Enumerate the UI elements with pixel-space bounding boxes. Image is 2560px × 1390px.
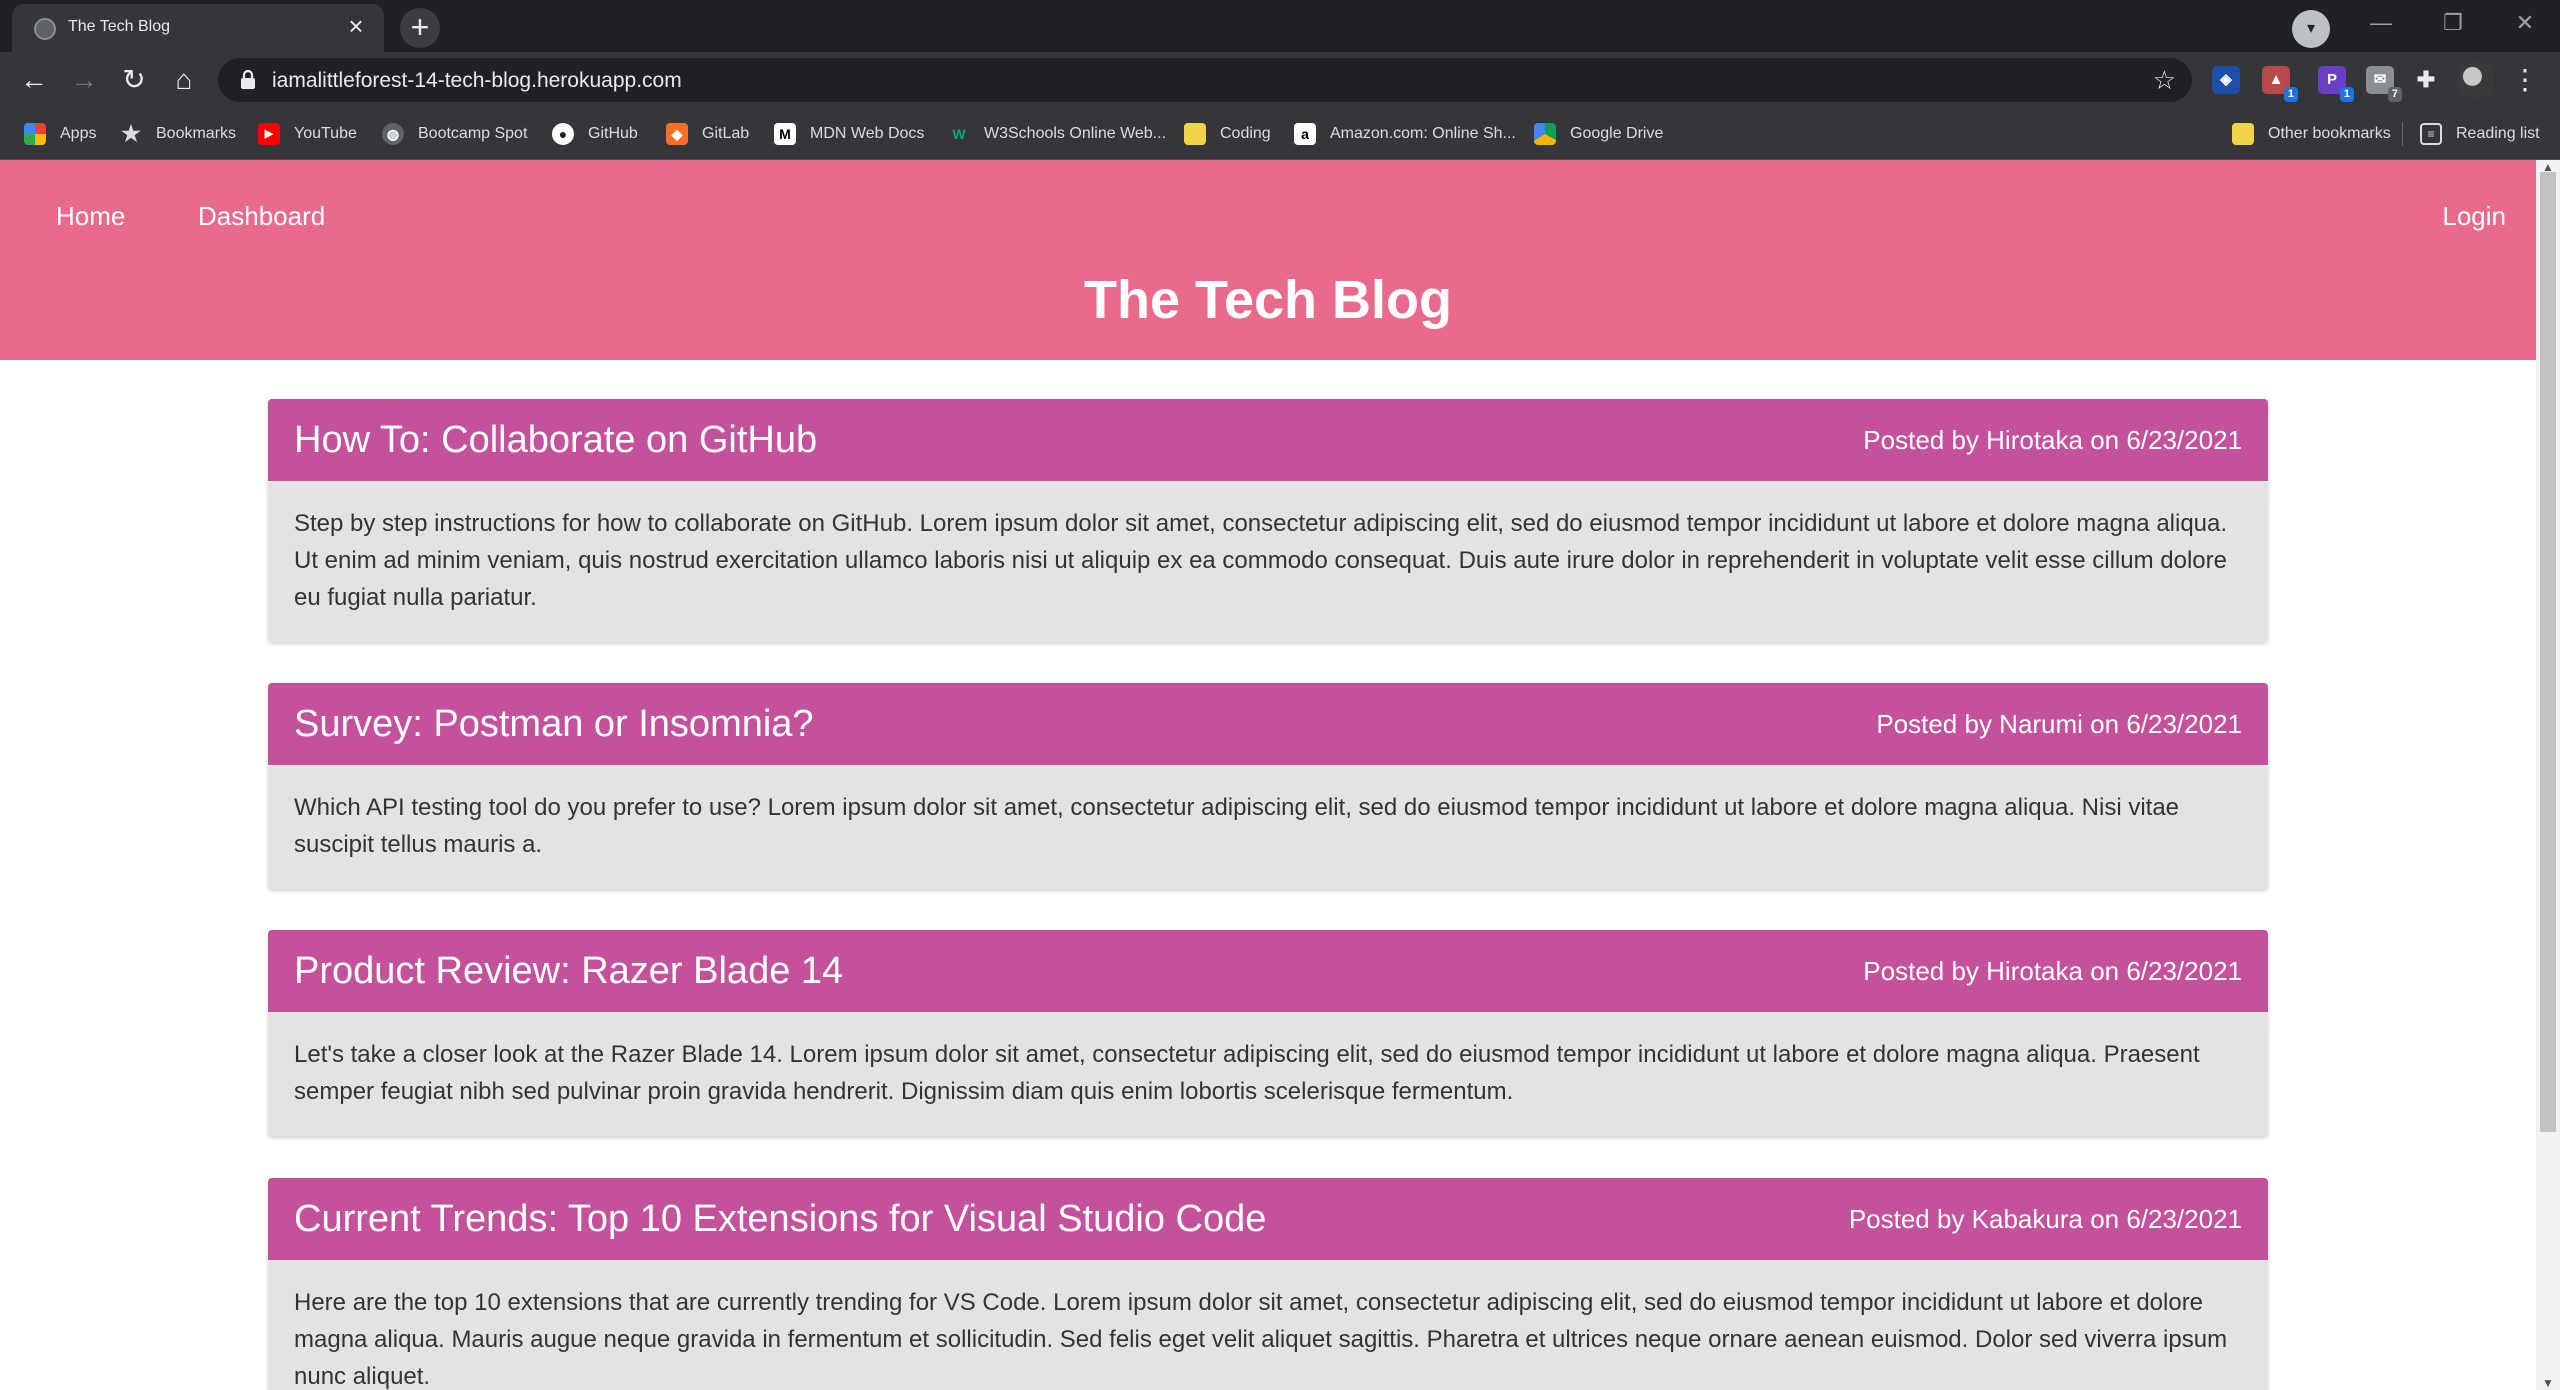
post-card[interactable]: How To: Collaborate on GitHub Posted by … <box>268 399 2268 642</box>
gitlab-icon: ◆ <box>666 123 688 145</box>
post-meta: Posted by Hirotaka on 6/23/2021 <box>1863 956 2242 986</box>
post-meta: Posted by Kabakura on 6/23/2021 <box>1848 1204 2242 1234</box>
browser-toolbar: ← → ↻ ⌂ iamalittleforest-14-tech-blog.he… <box>0 52 2560 108</box>
forward-icon[interactable]: → <box>64 60 104 100</box>
reading-list[interactable]: ≡ Reading list <box>2420 120 2540 148</box>
scroll-down-icon[interactable]: ▼ <box>2536 1376 2560 1390</box>
post-meta: Posted by Hirotaka on 6/23/2021 <box>1863 425 2242 455</box>
bookmark-label: W3Schools Online Web... <box>984 125 1167 142</box>
amazon-icon: a <box>1294 123 1316 145</box>
post-header: Product Review: Razer Blade 14 Posted by… <box>268 930 2268 1012</box>
globe-icon: ◍ <box>382 123 404 145</box>
post-header: Current Trends: Top 10 Extensions for Vi… <box>268 1178 2268 1260</box>
globe-icon <box>34 18 56 40</box>
puzzle-extensions-icon[interactable]: ✚ <box>2412 66 2440 94</box>
page-scrollbar[interactable]: ▲ ▼ <box>2536 160 2560 1390</box>
youtube-icon: ▶ <box>258 123 280 145</box>
bookmark-label: Google Drive <box>1570 125 1664 142</box>
url-text: iamalittleforest-14-tech-blog.herokuapp.… <box>272 69 682 92</box>
bookmark-label: YouTube <box>294 125 357 142</box>
post-body: Here are the top 10 extensions that are … <box>294 1289 2228 1390</box>
bookmark-label: Amazon.com: Online Sh... <box>1330 125 1516 142</box>
post-card[interactable]: Product Review: Razer Blade 14 Posted by… <box>268 930 2268 1136</box>
reading-list-label: Reading list <box>2456 125 2540 142</box>
bookmark-bootcamp-spot[interactable]: ◍ Bootcamp Spot <box>382 120 527 148</box>
extension-badge: 7 <box>2387 87 2402 102</box>
bookmark-label: Bookmarks <box>156 125 237 142</box>
post-body: Which API testing tool do you prefer to … <box>294 794 2180 858</box>
post-card[interactable]: Survey: Postman or Insomnia? Posted by N… <box>268 683 2268 889</box>
tab-search-icon[interactable]: ▾ <box>2292 10 2330 48</box>
bitwarden-extension-icon[interactable]: ◈ <box>2212 66 2240 94</box>
nav-home-link[interactable]: Home <box>56 190 125 242</box>
google-drive-icon <box>1534 123 1556 145</box>
back-icon[interactable]: ← <box>14 60 54 100</box>
extension-icon[interactable]: P1 <box>2318 66 2354 102</box>
address-bar[interactable]: iamalittleforest-14-tech-blog.herokuapp.… <box>218 58 2192 102</box>
site-title: The Tech Blog <box>1083 270 1452 330</box>
apps-grid-icon <box>24 123 46 145</box>
bookmark-gitlab[interactable]: ◆ GitLab <box>666 120 749 148</box>
scrollbar-thumb[interactable] <box>2540 172 2556 1132</box>
bookmark-star-icon[interactable]: ☆ <box>2153 64 2176 96</box>
reading-list-icon: ≡ <box>2420 123 2442 145</box>
bookmarks-divider <box>2402 122 2403 146</box>
close-window-icon[interactable]: ✕ <box>2490 0 2560 46</box>
bookmark-w3schools[interactable]: W W3Schools Online Web... <box>948 120 1166 148</box>
browser-tab-strip: The Tech Blog × + ▾ — ❐ ✕ <box>0 0 2560 52</box>
post-title[interactable]: Product Review: Razer Blade 14 <box>294 930 843 1012</box>
bookmark-google-drive[interactable]: Google Drive <box>1534 120 1663 148</box>
extension-badge: 1 <box>2339 87 2354 102</box>
profile-avatar[interactable] <box>2458 62 2494 98</box>
bookmark-label: GitLab <box>702 125 750 142</box>
bookmark-amazon[interactable]: a Amazon.com: Online Sh... <box>1294 120 1516 148</box>
github-icon: ● <box>552 123 574 145</box>
bookmark-label: GitHub <box>588 125 638 142</box>
w3schools-icon: W <box>952 126 966 142</box>
bookmark-label: Apps <box>60 125 97 142</box>
bookmark-youtube[interactable]: ▶ YouTube <box>258 120 357 148</box>
minimize-window-icon[interactable]: — <box>2346 0 2416 46</box>
bookmark-coding-folder[interactable]: Coding <box>1184 120 1271 148</box>
nav-dashboard-link[interactable]: Dashboard <box>198 190 325 242</box>
browser-tab-active[interactable]: The Tech Blog × <box>12 4 384 52</box>
bookmark-bookmarks[interactable]: ★ Bookmarks <box>120 120 236 148</box>
star-icon: ★ <box>121 121 141 146</box>
extension-icon[interactable]: ▲ 1 <box>2262 66 2298 102</box>
post-header: Survey: Postman or Insomnia? Posted by N… <box>268 683 2268 765</box>
post-title[interactable]: How To: Collaborate on GitHub <box>294 399 817 481</box>
bookmark-apps[interactable]: Apps <box>24 120 96 148</box>
post-header: How To: Collaborate on GitHub Posted by … <box>268 399 2268 481</box>
nav-login-link[interactable]: Login <box>2442 190 2506 242</box>
reload-icon[interactable]: ↻ <box>114 60 154 100</box>
post-card[interactable]: Current Trends: Top 10 Extensions for Vi… <box>268 1178 2268 1390</box>
tab-title: The Tech Blog <box>68 18 170 35</box>
bookmark-mdn[interactable]: M MDN Web Docs <box>774 120 924 148</box>
bookmarks-bar: Apps ★ Bookmarks ▶ YouTube ◍ Bootcamp Sp… <box>0 108 2560 160</box>
post-body: Step by step instructions for how to col… <box>294 510 2228 611</box>
home-icon[interactable]: ⌂ <box>164 60 204 100</box>
post-body: Let's take a closer look at the Razer Bl… <box>294 1041 2200 1105</box>
mdn-icon: M <box>774 123 796 145</box>
post-title[interactable]: Survey: Postman or Insomnia? <box>294 683 814 765</box>
close-tab-icon[interactable]: × <box>342 12 370 40</box>
other-bookmarks-label: Other bookmarks <box>2268 125 2391 142</box>
web-page: Home Dashboard Login The Tech Blog How T… <box>0 160 2536 1390</box>
bookmark-github[interactable]: ● GitHub <box>552 120 638 148</box>
restore-window-icon[interactable]: ❐ <box>2418 0 2488 46</box>
bookmark-label: MDN Web Docs <box>810 125 925 142</box>
folder-icon <box>1184 123 1206 145</box>
post-title[interactable]: Current Trends: Top 10 Extensions for Vi… <box>294 1178 1266 1260</box>
other-bookmarks[interactable]: Other bookmarks <box>2232 120 2391 148</box>
site-header: Home Dashboard Login The Tech Blog <box>0 160 2536 360</box>
post-meta: Posted by Narumi on 6/23/2021 <box>1876 709 2242 739</box>
lock-icon <box>241 70 255 89</box>
mail-extension-icon[interactable]: ✉ 7 <box>2366 66 2402 102</box>
new-tab-button[interactable]: + <box>400 8 440 48</box>
bookmark-label: Coding <box>1220 125 1271 142</box>
bookmark-label: Bootcamp Spot <box>418 125 528 142</box>
extension-badge: 1 <box>2283 87 2298 102</box>
browser-menu-icon[interactable]: ⋮ <box>2510 60 2540 100</box>
folder-icon <box>2232 123 2254 145</box>
